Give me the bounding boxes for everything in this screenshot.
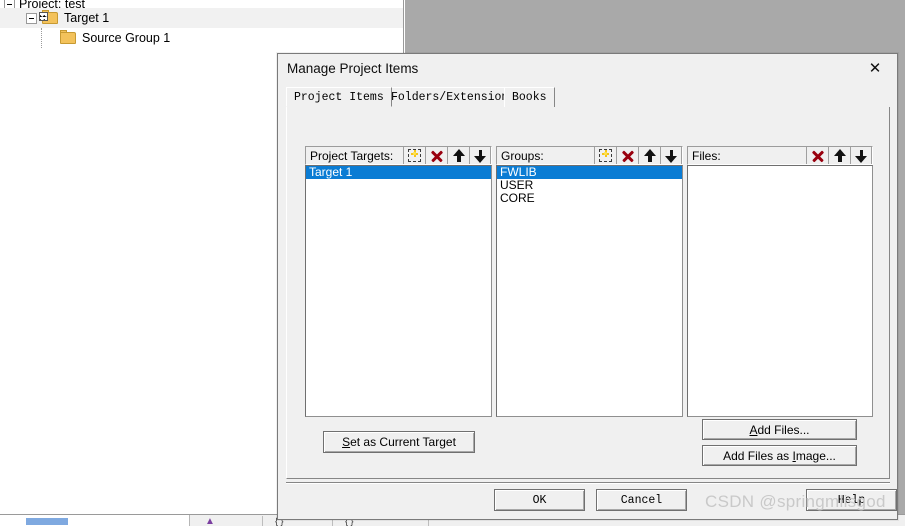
list-item[interactable]: Target 1 bbox=[306, 166, 491, 179]
groups-toolbar bbox=[594, 147, 682, 164]
project-tree: Project: test Target 1 Source Group 1 bbox=[0, 0, 403, 48]
build-output-icon[interactable]: ▲ bbox=[205, 517, 215, 526]
tree-item-label: Source Group 1 bbox=[82, 31, 171, 45]
ok-button[interactable]: OK bbox=[494, 489, 585, 511]
project-targets-list[interactable]: Target 1 bbox=[305, 165, 492, 417]
expander-icon[interactable] bbox=[26, 12, 37, 24]
folder-icon bbox=[60, 29, 77, 45]
button-label: mage... bbox=[795, 448, 836, 463]
project-targets-toolbar bbox=[403, 147, 491, 164]
add-files-button[interactable]: Add Files... bbox=[702, 419, 857, 440]
status-bar-tab[interactable] bbox=[0, 515, 190, 526]
move-down-icon[interactable] bbox=[469, 147, 491, 164]
new-item-icon[interactable] bbox=[594, 147, 616, 164]
files-header: Files: bbox=[687, 146, 873, 165]
folder-flag-icon bbox=[39, 9, 59, 25]
groups-label: Groups: bbox=[501, 148, 544, 163]
tree-guide-line bbox=[41, 28, 43, 48]
move-down-icon[interactable] bbox=[660, 147, 682, 164]
tab-books[interactable]: Books bbox=[504, 87, 555, 107]
files-label: Files: bbox=[692, 148, 721, 163]
manage-project-items-dialog: Manage Project Items ✕ Project Items Fol… bbox=[277, 53, 898, 520]
files-toolbar bbox=[806, 147, 872, 164]
set-as-current-target-button[interactable]: Set as Current Target bbox=[323, 431, 475, 453]
move-up-icon[interactable] bbox=[828, 147, 850, 164]
status-bar-chip bbox=[26, 518, 68, 525]
tree-row-source-group-1[interactable]: Source Group 1 bbox=[0, 28, 403, 48]
groups-list[interactable]: FWLIB USER CORE bbox=[496, 165, 683, 417]
button-label: dd Files... bbox=[757, 422, 810, 437]
screen: Project: test Target 1 Source Group 1 ▲ … bbox=[0, 0, 905, 526]
tree-row-project[interactable]: Project: test bbox=[0, 0, 403, 8]
dialog-tabstrip: Project Items Folders/Extensions Books bbox=[286, 87, 890, 108]
move-up-icon[interactable] bbox=[447, 147, 469, 164]
expander-icon[interactable] bbox=[4, 0, 15, 8]
tree-item-label: Project: test bbox=[19, 0, 85, 8]
tab-project-items[interactable]: Project Items bbox=[286, 87, 392, 107]
new-item-icon[interactable] bbox=[403, 147, 425, 164]
delete-icon[interactable] bbox=[616, 147, 638, 164]
groups-header: Groups: bbox=[496, 146, 683, 165]
watermark: CSDN @springmlisgod bbox=[705, 492, 886, 511]
project-targets-header: Project Targets: bbox=[305, 146, 492, 165]
tab-folders-extensions[interactable]: Folders/Extensions bbox=[383, 87, 524, 107]
move-down-icon[interactable] bbox=[850, 147, 872, 164]
tree-row-target-1[interactable]: Target 1 bbox=[0, 8, 403, 28]
list-item[interactable]: CORE bbox=[497, 192, 682, 205]
move-up-icon[interactable] bbox=[638, 147, 660, 164]
button-label-pre: Add Files as bbox=[723, 448, 793, 463]
delete-icon[interactable] bbox=[425, 147, 447, 164]
delete-icon[interactable] bbox=[806, 147, 828, 164]
tree-item-label: Target 1 bbox=[64, 11, 110, 25]
project-targets-label: Project Targets: bbox=[310, 148, 394, 163]
close-icon[interactable]: ✕ bbox=[853, 54, 897, 81]
dialog-separator bbox=[286, 482, 890, 484]
accel-char: S bbox=[342, 435, 351, 449]
cancel-button[interactable]: Cancel bbox=[596, 489, 687, 511]
dialog-titlebar: Manage Project Items ✕ bbox=[278, 54, 897, 82]
dialog-title: Manage Project Items bbox=[287, 60, 419, 76]
files-list[interactable] bbox=[687, 165, 873, 417]
button-label: et as Current Target bbox=[350, 435, 456, 449]
add-files-as-image-button[interactable]: Add Files as Image... bbox=[702, 445, 857, 466]
